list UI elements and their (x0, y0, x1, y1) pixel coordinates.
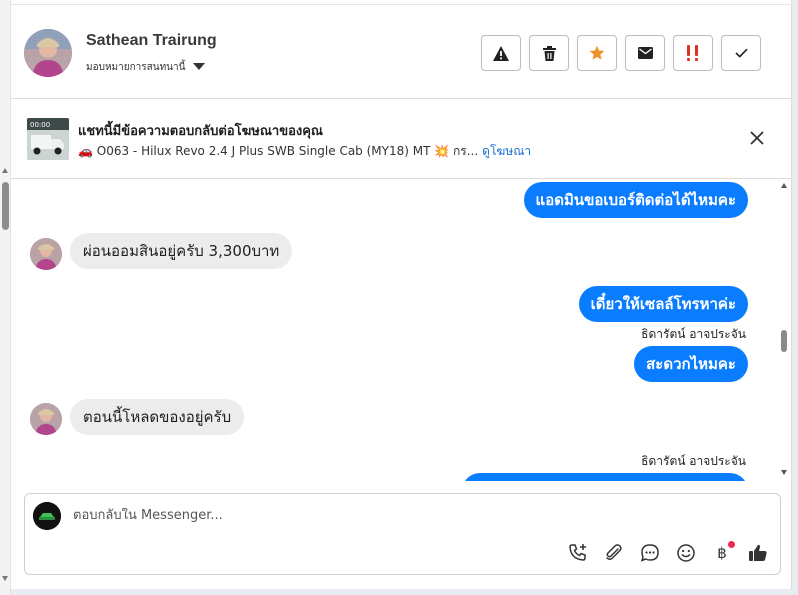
message-outgoing[interactable]: สะดวกไหมคะ (634, 346, 748, 382)
message-scroll-thumb[interactable] (781, 330, 787, 352)
message-outgoing-partial[interactable] (462, 473, 748, 481)
ad-thumbnail[interactable]: 00:00 (27, 118, 69, 160)
message-scroll-down[interactable] (781, 470, 787, 475)
emoji-icon (677, 544, 695, 562)
phone-add-icon (569, 544, 586, 561)
assign-label: มอบหมายการสนทนานี้ (86, 62, 186, 73)
composer-tools: ฿ (567, 541, 769, 564)
page-scrollbar[interactable] (0, 0, 11, 595)
contact-avatar-small (30, 403, 62, 435)
trash-icon (542, 45, 556, 61)
message-scrollbar[interactable] (779, 180, 789, 481)
message-incoming[interactable]: ตอนนี้โหลดของอยู่ครับ (70, 399, 245, 435)
ad-description: 🚗 O063 - Hilux Revo 2.4 J Plus SWB Singl… (78, 144, 479, 158)
check-icon (734, 48, 748, 58)
contact-name[interactable]: Sathean Trairung (86, 32, 217, 50)
scroll-up-arrow[interactable] (2, 168, 8, 173)
call-button[interactable] (567, 542, 589, 564)
header-actions (481, 35, 761, 71)
scroll-thumb[interactable] (2, 182, 9, 230)
urgent-button[interactable] (673, 35, 713, 71)
saved-replies-button[interactable] (639, 542, 661, 564)
scroll-down-arrow[interactable] (2, 576, 8, 581)
delete-button[interactable] (529, 35, 569, 71)
message-scroll-up[interactable] (781, 183, 787, 188)
view-ad-link[interactable]: ดูโฆษณา (482, 144, 531, 158)
message-outgoing[interactable]: เดี๋ยวให้เซลล์โทรหาค่ะ (578, 286, 748, 322)
urgent-icon (687, 45, 698, 61)
contact-avatar[interactable] (24, 29, 72, 77)
sender-name: ธิดารัตน์ อาจประจัน (641, 327, 746, 341)
message-list[interactable]: แอดมินขอเบอร์ติดต่อได้ไหมคะ ผ่อนออมสินอย… (11, 180, 792, 481)
like-button[interactable] (747, 542, 769, 564)
paperclip-icon (606, 544, 622, 561)
message-outgoing[interactable]: แอดมินขอเบอร์ติดต่อได้ไหมคะ (523, 182, 748, 218)
ad-reply-banner: 00:00 แชทนี้มีข้อความตอบกลับต่อโฆษณาของค… (11, 100, 792, 179)
baht-icon: ฿ (717, 544, 727, 562)
caret-down-icon (193, 63, 206, 70)
envelope-icon (637, 47, 653, 59)
attach-button[interactable] (603, 542, 625, 564)
reply-input[interactable] (73, 508, 573, 523)
notification-dot (728, 541, 735, 548)
contact-avatar-small (30, 238, 62, 270)
close-banner-button[interactable] (749, 130, 765, 146)
assign-conversation-dropdown[interactable]: มอบหมายการสนทนานี้ (86, 60, 206, 75)
close-icon (750, 131, 764, 145)
ad-banner-subtitle: 🚗 O063 - Hilux Revo 2.4 J Plus SWB Singl… (78, 142, 531, 161)
page-avatar (33, 502, 61, 530)
star-icon (589, 45, 605, 60)
conversation-header: Sathean Trairung มอบหมายการสนทนานี้ (11, 4, 792, 99)
ad-thumb-label: 00:00 (30, 121, 50, 129)
emoji-button[interactable] (675, 542, 697, 564)
star-button[interactable] (577, 35, 617, 71)
reply-composer: ฿ (24, 493, 781, 575)
message-incoming[interactable]: ผ่อนออมสินอยู่ครับ 3,300บาท (70, 233, 293, 269)
chat-bubble-icon (640, 544, 659, 562)
conversation-panel: Sathean Trairung มอบหมายการสนทนานี้ 00:0… (11, 0, 792, 589)
mark-unread-button[interactable] (625, 35, 665, 71)
payment-button[interactable]: ฿ (711, 541, 735, 564)
thumbs-up-icon (749, 544, 767, 561)
mark-done-button[interactable] (721, 35, 761, 71)
warning-icon (493, 45, 509, 61)
sender-name: ธิดารัตน์ อาจประจัน (641, 454, 746, 468)
ad-banner-title: แชทนี้มีข้อความตอบกลับต่อโฆษณาของคุณ (78, 124, 323, 139)
warning-button[interactable] (481, 35, 521, 71)
